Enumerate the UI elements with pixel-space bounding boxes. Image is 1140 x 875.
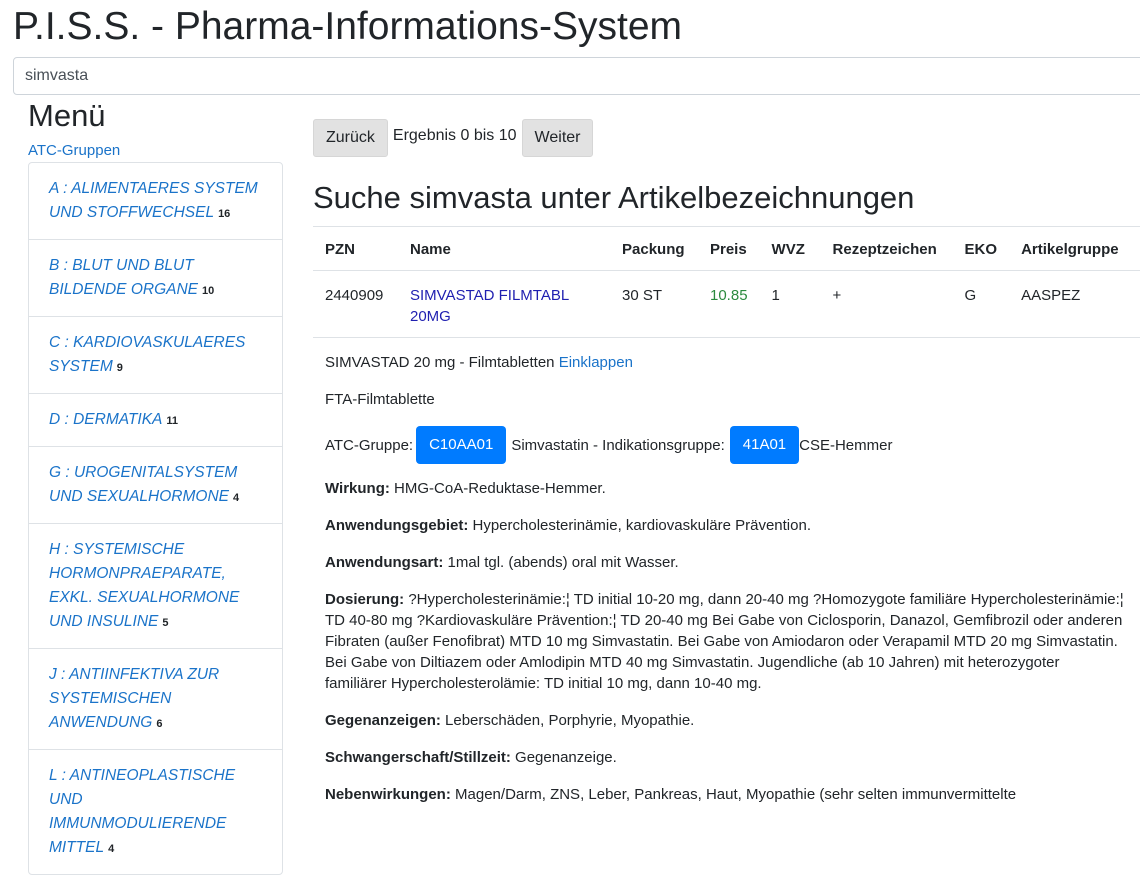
- table-row: 2440909 SIMVASTAD FILMTABL 20MG 30 ST 10…: [313, 270, 1140, 338]
- atc-group-item: D : DERMATIKA 11: [29, 394, 282, 447]
- atc-group-count: 6: [156, 718, 163, 730]
- gegenanzeigen-text: Leberschäden, Porphyrie, Myopathie.: [445, 712, 695, 729]
- collapse-link[interactable]: Einklappen: [559, 354, 633, 371]
- menu-heading: Menü: [28, 98, 106, 133]
- sidebar: Menü ATC-Gruppen A : ALIMENTAERES SYSTEM…: [28, 98, 283, 875]
- atc-group-count: 5: [162, 617, 169, 629]
- column-header-pzn: PZN: [313, 226, 398, 271]
- cell-rezeptzeichen: +: [820, 270, 953, 338]
- result-title: Suche simvasta unter Artikelbezeichnunge…: [313, 180, 915, 215]
- main-content: Zurück Ergebnis 0 bis 10 Weiter Suche si…: [313, 119, 1140, 821]
- column-header-artikelgruppe: Artikelgruppe: [1009, 226, 1140, 271]
- cell-eko: G: [952, 270, 1010, 338]
- anwendungsgebiet-text: Hypercholesterinämie, kardiovaskuläre Pr…: [472, 517, 812, 534]
- page-title: P.I.S.S. - Pharma-Informations-System: [13, 5, 682, 48]
- schwangerschaft-section: Schwangerschaft/Stillzeit: Gegenanzeige.: [325, 747, 1125, 768]
- indication-description: CSE-Hemmer: [799, 436, 893, 454]
- atc-group-item: B : BLUT UND BLUT BILDENDE ORGANE 10: [29, 240, 282, 317]
- atc-group-list: A : ALIMENTAERES SYSTEM UND STOFFWECHSEL…: [28, 162, 283, 875]
- atc-group-count: 4: [233, 492, 240, 504]
- anwendungsart-section: Anwendungsart: 1mal tgl. (abends) oral m…: [325, 552, 1125, 573]
- column-header-name: Name: [398, 226, 610, 271]
- column-header-packung: Packung: [610, 226, 698, 271]
- atc-group-item: G : UROGENITALSYSTEM UND SEXUALHORMONE 4: [29, 447, 282, 524]
- column-header-rezeptzeichen: Rezeptzeichen: [820, 226, 953, 271]
- atc-group-count: 10: [202, 285, 215, 297]
- atc-description: Simvastatin - Indikationsgruppe:: [511, 436, 725, 454]
- indication-code-badge[interactable]: 41A01: [729, 426, 800, 464]
- schwangerschaft-label: Schwangerschaft/Stillzeit:: [325, 749, 511, 766]
- atc-group-link-l[interactable]: L : ANTINEOPLASTISCHE UND IMMUNMODULIERE…: [49, 767, 235, 856]
- table-header-row: PZN Name Packung Preis WVZ Rezeptzeichen…: [313, 226, 1140, 271]
- atc-info-row: ATC-Gruppe: C10AA01 Simvastatin - Indika…: [325, 426, 1125, 464]
- search-input[interactable]: [13, 57, 1140, 95]
- anwendungsart-text: 1mal tgl. (abends) oral mit Wasser.: [447, 554, 679, 571]
- cell-packung: 30 ST: [610, 270, 698, 338]
- pagination: Zurück Ergebnis 0 bis 10 Weiter: [313, 119, 1140, 157]
- cell-pzn: 2440909: [313, 270, 398, 338]
- details-header: SIMVASTAD 20 mg - Filmtabletten Einklapp…: [325, 352, 1125, 373]
- atc-group-link-g[interactable]: G : UROGENITALSYSTEM UND SEXUALHORMONE: [49, 464, 237, 505]
- atc-group-link-h[interactable]: H : SYSTEMISCHE HORMONPRAEPARATE, EXKL. …: [49, 541, 239, 630]
- atc-group-item: A : ALIMENTAERES SYSTEM UND STOFFWECHSEL…: [29, 163, 282, 240]
- dosierung-text: ?Hypercholesterinämie:¦ TD initial 10-20…: [325, 591, 1124, 692]
- anwendungsart-label: Anwendungsart:: [325, 554, 444, 571]
- nebenwirkungen-text: Magen/Darm, ZNS, Leber, Pankreas, Haut, …: [455, 786, 1017, 803]
- atc-group-link-d[interactable]: D : DERMATIKA: [49, 411, 162, 428]
- cell-artikelgruppe: AASPEZ: [1009, 270, 1140, 338]
- atc-group-count: 16: [218, 208, 231, 220]
- atc-group-count: 11: [166, 415, 179, 427]
- wirkung-section: Wirkung: HMG-CoA-Reduktase-Hemmer.: [325, 478, 1125, 499]
- product-full-name: SIMVASTAD 20 mg - Filmtabletten: [325, 354, 555, 371]
- atc-group-link-c[interactable]: C : KARDIOVASKULAERES SYSTEM: [49, 334, 245, 375]
- column-header-preis: Preis: [698, 226, 760, 271]
- atc-code-badge[interactable]: C10AA01: [416, 426, 507, 464]
- cell-name: SIMVASTAD FILMTABL 20MG: [398, 270, 610, 338]
- nebenwirkungen-section: Nebenwirkungen: Magen/Darm, ZNS, Leber, …: [325, 784, 1125, 805]
- atc-group-item: H : SYSTEMISCHE HORMONPRAEPARATE, EXKL. …: [29, 524, 282, 649]
- dosierung-section: Dosierung: ?Hypercholesterinämie:¦ TD in…: [325, 589, 1125, 694]
- results-table: PZN Name Packung Preis WVZ Rezeptzeichen…: [313, 226, 1140, 338]
- atc-group-item: L : ANTINEOPLASTISCHE UND IMMUNMODULIERE…: [29, 750, 282, 874]
- atc-group-link-b[interactable]: B : BLUT UND BLUT BILDENDE ORGANE: [49, 257, 198, 298]
- result-range: Ergebnis 0 bis 10: [392, 127, 517, 144]
- schwangerschaft-text: Gegenanzeige.: [515, 749, 617, 766]
- atc-group-link-j[interactable]: J : ANTIINFEKTIVA ZUR SYSTEMISCHEN ANWEN…: [49, 666, 219, 731]
- atc-group-item: J : ANTIINFEKTIVA ZUR SYSTEMISCHEN ANWEN…: [29, 649, 282, 750]
- nebenwirkungen-label: Nebenwirkungen:: [325, 786, 451, 803]
- dosage-form: FTA-Filmtablette: [325, 391, 435, 408]
- back-button[interactable]: Zurück: [313, 119, 388, 157]
- anwendungsgebiet-label: Anwendungsgebiet:: [325, 517, 469, 534]
- product-details: SIMVASTAD 20 mg - Filmtabletten Einklapp…: [313, 352, 1125, 805]
- atc-group-count: 9: [116, 362, 123, 374]
- atc-group-label: ATC-Gruppe:: [325, 436, 414, 454]
- column-header-eko: EKO: [952, 226, 1010, 271]
- column-header-wvz: WVZ: [759, 226, 821, 271]
- gegenanzeigen-label: Gegenanzeigen:: [325, 712, 441, 729]
- gegenanzeigen-section: Gegenanzeigen: Leberschäden, Porphyrie, …: [325, 710, 1125, 731]
- wirkung-label: Wirkung:: [325, 480, 390, 497]
- atc-group-count: 4: [108, 843, 115, 855]
- cell-wvz: 1: [759, 270, 821, 338]
- atc-group-item: C : KARDIOVASKULAERES SYSTEM 9: [29, 317, 282, 394]
- cell-preis: 10.85: [698, 270, 760, 338]
- dosierung-label: Dosierung:: [325, 591, 405, 608]
- wirkung-text: HMG-CoA-Reduktase-Hemmer.: [394, 480, 606, 497]
- anwendungsgebiet-section: Anwendungsgebiet: Hypercholesterinämie, …: [325, 515, 1125, 536]
- atc-groups-link[interactable]: ATC-Gruppen: [28, 142, 283, 159]
- product-link[interactable]: SIMVASTAD FILMTABL 20MG: [410, 287, 569, 325]
- next-button[interactable]: Weiter: [521, 119, 594, 157]
